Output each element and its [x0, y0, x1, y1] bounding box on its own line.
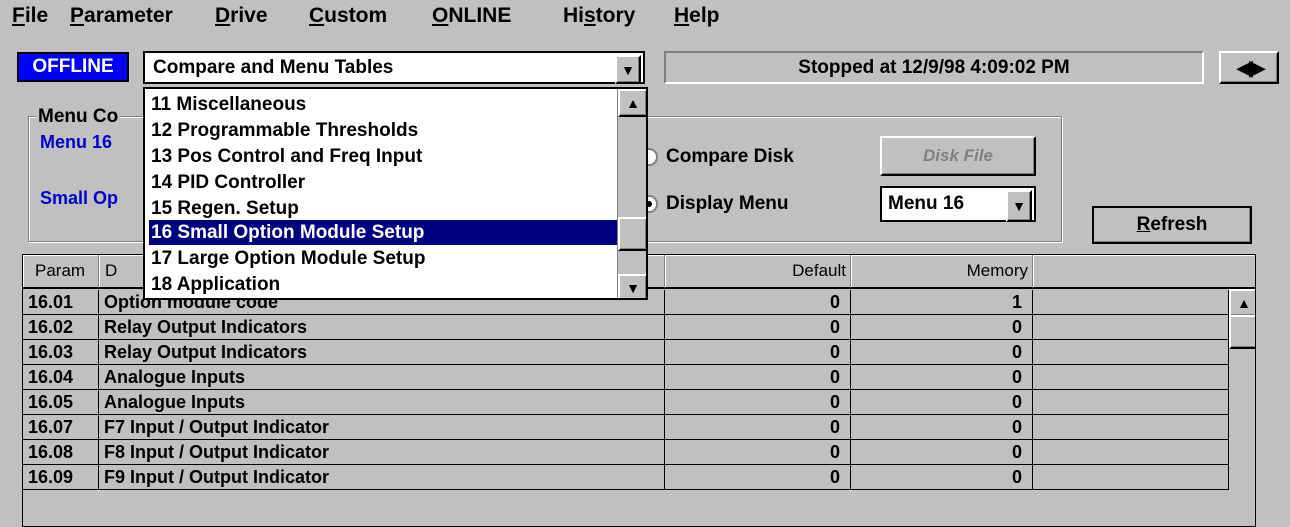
- cell-blank: [1033, 290, 1229, 315]
- cell-memory: 1: [851, 290, 1033, 315]
- dropdown-item[interactable]: 15 Regen. Setup: [149, 196, 617, 221]
- menu-online[interactable]: ONLINE: [432, 4, 511, 28]
- table-select[interactable]: Compare and Menu Tables ▼: [143, 51, 645, 84]
- dropdown-item[interactable]: 14 PID Controller: [149, 170, 617, 195]
- cell-blank: [1033, 415, 1229, 440]
- small-option-label: Small Op: [40, 188, 119, 208]
- cell-param: 16.08: [23, 440, 99, 465]
- column-header-default[interactable]: Default: [665, 255, 851, 289]
- cell-blank: [1033, 465, 1229, 490]
- cell-param: 16.05: [23, 390, 99, 415]
- cell-desc: Relay Output Indicators: [99, 315, 665, 340]
- cell-param: 16.07: [23, 415, 99, 440]
- cell-memory: 0: [851, 340, 1033, 365]
- menu-bar: File Parameter Drive Custom ONLINE Histo…: [0, 0, 1290, 34]
- table-row[interactable]: 16.05 Analogue Inputs 0 0: [23, 390, 1229, 415]
- cell-memory: 0: [851, 365, 1033, 390]
- dropdown-item[interactable]: 18 Application: [149, 272, 617, 297]
- cell-default: 0: [665, 390, 851, 415]
- cell-memory: 0: [851, 415, 1033, 440]
- table-row[interactable]: 16.03 Relay Output Indicators 0 0: [23, 340, 1229, 365]
- cell-blank: [1033, 365, 1229, 390]
- cell-default: 0: [665, 315, 851, 340]
- menu-control-title: Menu Co: [36, 106, 121, 128]
- cell-memory: 0: [851, 465, 1033, 490]
- cell-param: 16.01: [23, 290, 99, 315]
- table-row[interactable]: 16.04 Analogue Inputs 0 0: [23, 365, 1229, 390]
- cell-memory: 0: [851, 440, 1033, 465]
- scroll-thumb[interactable]: [618, 217, 646, 251]
- cell-param: 16.04: [23, 365, 99, 390]
- combo-dropdown-arrow-icon[interactable]: ▼: [615, 55, 641, 84]
- dropdown-item[interactable]: 12 Programmable Thresholds: [149, 118, 617, 143]
- cell-desc: F8 Input / Output Indicator: [99, 440, 665, 465]
- menu-select-value: Menu 16: [888, 193, 965, 214]
- scroll-thumb[interactable]: [1229, 315, 1255, 349]
- cell-blank: [1033, 440, 1229, 465]
- cell-desc: F9 Input / Output Indicator: [99, 465, 665, 490]
- cell-default: 0: [665, 465, 851, 490]
- menu-history[interactable]: History: [563, 4, 635, 28]
- refresh-button[interactable]: Refresh: [1092, 206, 1252, 244]
- menu-file[interactable]: File: [12, 4, 48, 28]
- menu-select[interactable]: Menu 16 ▼: [880, 186, 1036, 222]
- scroll-down-icon[interactable]: ▼: [618, 274, 646, 298]
- dropdown-item[interactable]: 11 Miscellaneous: [149, 92, 617, 117]
- table-row[interactable]: 16.07 F7 Input / Output Indicator 0 0: [23, 415, 1229, 440]
- grid-scrollbar[interactable]: ▲: [1229, 289, 1255, 526]
- column-header-param[interactable]: Param: [23, 255, 99, 289]
- cell-default: 0: [665, 415, 851, 440]
- cell-param: 16.09: [23, 465, 99, 490]
- cell-default: 0: [665, 340, 851, 365]
- status-text: Stopped at 12/9/98 4:09:02 PM: [798, 57, 1070, 78]
- scroll-up-icon[interactable]: ▲: [1229, 289, 1255, 317]
- cell-desc: Analogue Inputs: [99, 365, 665, 390]
- compare-disk-radio[interactable]: Compare Disk: [640, 146, 794, 168]
- dropdown-item[interactable]: 13 Pos Control and Freq Input: [149, 144, 617, 169]
- disk-file-button[interactable]: Disk File: [880, 136, 1036, 176]
- dropdown-scrollbar[interactable]: ▲ ▼: [617, 89, 646, 298]
- cell-memory: 0: [851, 315, 1033, 340]
- table-select-value: Compare and Menu Tables: [153, 57, 394, 78]
- cell-default: 0: [665, 440, 851, 465]
- cell-default: 0: [665, 290, 851, 315]
- cell-desc: F7 Input / Output Indicator: [99, 415, 665, 440]
- status-panel: Stopped at 12/9/98 4:09:02 PM: [664, 51, 1204, 84]
- cell-desc: Relay Output Indicators: [99, 340, 665, 365]
- offline-badge: OFFLINE: [17, 52, 129, 82]
- cell-blank: [1033, 340, 1229, 365]
- menu-parameter[interactable]: Parameter: [70, 4, 173, 28]
- left-right-arrows-icon[interactable]: ◀▶: [1219, 51, 1279, 84]
- cell-param: 16.03: [23, 340, 99, 365]
- dropdown-item[interactable]: 16 Small Option Module Setup: [149, 220, 617, 245]
- cell-default: 0: [665, 365, 851, 390]
- scroll-up-icon[interactable]: ▲: [618, 89, 646, 117]
- cell-desc: Analogue Inputs: [99, 390, 665, 415]
- menu-custom[interactable]: Custom: [309, 4, 387, 28]
- cell-blank: [1033, 315, 1229, 340]
- menu-drive[interactable]: Drive: [215, 4, 268, 28]
- dropdown-item[interactable]: 17 Large Option Module Setup: [149, 246, 617, 271]
- menu-label: Menu 16: [40, 132, 113, 152]
- table-row[interactable]: 16.02 Relay Output Indicators 0 0: [23, 315, 1229, 340]
- column-header-blank: [1033, 255, 1255, 289]
- table-row[interactable]: 16.08 F8 Input / Output Indicator 0 0: [23, 440, 1229, 465]
- menu-help[interactable]: Help: [674, 4, 720, 28]
- cell-memory: 0: [851, 390, 1033, 415]
- cell-param: 16.02: [23, 315, 99, 340]
- column-header-memory[interactable]: Memory: [851, 255, 1033, 289]
- table-row[interactable]: 16.09 F9 Input / Output Indicator 0 0: [23, 465, 1229, 490]
- table-dropdown-list: 11 Miscellaneous 12 Programmable Threshol…: [143, 87, 648, 300]
- display-menu-radio[interactable]: Display Menu: [640, 193, 788, 215]
- menu-select-arrow-icon[interactable]: ▼: [1006, 190, 1032, 222]
- cell-blank: [1033, 390, 1229, 415]
